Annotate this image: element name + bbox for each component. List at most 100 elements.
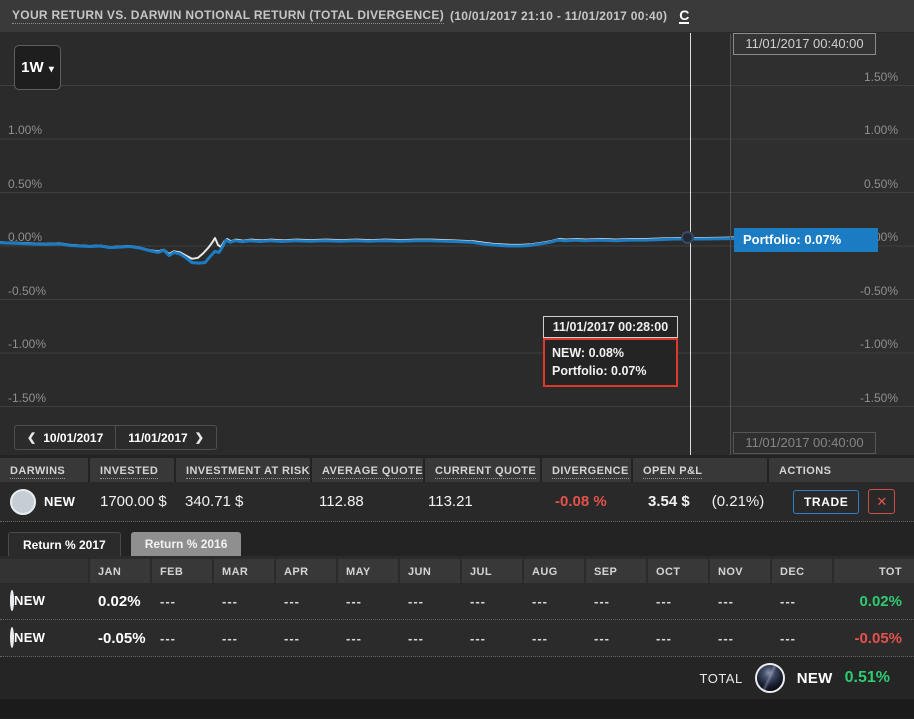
y-axis-label-right: 1.50% xyxy=(864,70,898,84)
month-return-value: --- xyxy=(772,594,832,609)
darwin-name: NEW xyxy=(14,630,45,645)
monthly-header: JANFEBMARAPRMAYJUNJULAUGSEPOCTNOVDECTOT xyxy=(0,556,914,583)
positions-table: DARWINS INVESTED INVESTMENT AT RISK AVER… xyxy=(0,458,914,522)
month-header-oct: OCT xyxy=(648,559,708,583)
chevron-left-icon: ❮ xyxy=(27,431,36,444)
open-pl-value: 3.54 $ xyxy=(648,493,690,510)
y-axis-label-right: 1.00% xyxy=(864,123,898,137)
month-return-value: --- xyxy=(586,594,646,609)
investment-at-risk-value: 340.71 $ xyxy=(185,493,243,510)
next-day-label: 11/01/2017 xyxy=(128,431,187,445)
divergence-value: -0.08 % xyxy=(555,493,607,510)
month-return-value: --- xyxy=(524,594,584,609)
month-return-value: --- xyxy=(400,631,460,646)
y-axis-label-right: -1.00% xyxy=(860,337,898,351)
monthly-returns-table: JANFEBMARAPRMAYJUNJULAUGSEPOCTNOVDECTOT … xyxy=(0,556,914,657)
darwin-name-cell[interactable]: NEW xyxy=(0,489,88,515)
average-quote-value: 112.88 xyxy=(319,493,364,510)
positions-header: DARWINS INVESTED INVESTMENT AT RISK AVER… xyxy=(0,458,914,482)
y-axis-label-right: -0.50% xyxy=(860,284,898,298)
col-actions: ACTIONS xyxy=(769,458,914,482)
darwin-name: NEW xyxy=(14,593,45,608)
darwin-name: NEW xyxy=(797,670,833,687)
month-return-value: --- xyxy=(462,631,522,646)
row-total-value: -0.05% xyxy=(834,630,914,647)
col-invested: INVESTED xyxy=(90,458,174,482)
month-return-value: -0.05% xyxy=(90,630,150,647)
month-return-value: --- xyxy=(152,631,212,646)
timeframe-dropdown[interactable]: 1W ▾ xyxy=(14,45,61,90)
return-tabs: Return % 2017 Return % 2016 xyxy=(0,532,914,556)
month-header-aug: AUG xyxy=(524,559,584,583)
monthly-row: NEW 0.02%-------------------------------… xyxy=(0,583,914,620)
month-return-value: --- xyxy=(648,631,708,646)
tooltip-new-value: NEW: 0.08% xyxy=(552,344,669,362)
month-return-value: --- xyxy=(338,631,398,646)
month-header-tot: TOT xyxy=(834,559,914,583)
y-axis-label-left: -0.50% xyxy=(8,284,46,298)
invested-value: 1700.00 $ xyxy=(100,493,167,510)
tooltip-date: 11/01/2017 00:28:00 xyxy=(543,316,678,338)
y-axis-label-left: 0.50% xyxy=(8,177,42,191)
prev-day-label: 10/01/2017 xyxy=(43,431,103,445)
darwin-name-cell[interactable]: NEW xyxy=(0,629,88,647)
month-return-value: 0.02% xyxy=(90,593,150,610)
col-average-quote: AVERAGE QUOTE xyxy=(312,458,423,482)
page-title-range: (10/01/2017 21:10 - 11/01/2017 00:40) xyxy=(450,9,667,23)
month-return-value: --- xyxy=(214,594,274,609)
month-return-value: --- xyxy=(276,594,336,609)
position-row: NEW 1700.00 $ 340.71 $ 112.88 113.21 -0.… xyxy=(0,482,914,522)
tooltip-portfolio-value: Portfolio: 0.07% xyxy=(552,362,669,380)
total-return-value: 0.51% xyxy=(845,669,890,687)
prev-day-button[interactable]: ❮ 10/01/2017 xyxy=(15,426,116,449)
month-header-nov: NOV xyxy=(710,559,770,583)
month-return-value: --- xyxy=(152,594,212,609)
tab-return-2016[interactable]: Return % 2016 xyxy=(131,532,242,556)
y-axis-label-left: -1.00% xyxy=(8,337,46,351)
titlebar: YOUR RETURN VS. DARWIN NOTIONAL RETURN (… xyxy=(0,0,914,33)
month-return-value: --- xyxy=(710,631,770,646)
returns-section: Return % 2017 Return % 2016 JANFEBMARAPR… xyxy=(0,522,914,718)
page-title: YOUR RETURN VS. DARWIN NOTIONAL RETURN (… xyxy=(12,8,444,24)
month-return-value: --- xyxy=(710,594,770,609)
row-total-value: 0.02% xyxy=(834,593,914,610)
open-pl-percent: (0.21%) xyxy=(712,493,765,510)
total-bar: TOTAL NEW 0.51% xyxy=(0,657,914,699)
month-return-value: --- xyxy=(276,631,336,646)
month-header-dec: DEC xyxy=(772,559,832,583)
close-position-button[interactable]: ✕ xyxy=(868,489,895,514)
chevron-down-icon: ▾ xyxy=(49,64,54,75)
chevron-right-icon: ❯ xyxy=(195,431,204,444)
col-open-pl: OPEN P&L xyxy=(633,458,767,482)
cursor-date-top: 11/01/2017 00:40:00 xyxy=(733,33,876,55)
col-divergence: DIVERGENCE xyxy=(542,458,631,482)
col-investment-at-risk: INVESTMENT AT RISK xyxy=(176,458,310,482)
darwin-avatar xyxy=(10,489,36,515)
y-axis-label-right: 0.50% xyxy=(864,177,898,191)
series-end-marker xyxy=(681,231,694,244)
portfolio-value-badge: Portfolio: 0.07% xyxy=(734,228,878,252)
y-axis-label-right: -1.50% xyxy=(860,391,898,405)
axis-boundary-line xyxy=(730,33,731,455)
darwin-name: NEW xyxy=(44,494,75,509)
monthly-header-name-cell xyxy=(0,559,88,583)
col-darwins: DARWINS xyxy=(0,458,88,482)
y-axis-label-left: -1.50% xyxy=(8,391,46,405)
month-return-value: --- xyxy=(586,631,646,646)
tab-return-2017[interactable]: Return % 2017 xyxy=(8,532,121,556)
darwin-name-cell[interactable]: NEW xyxy=(0,592,88,610)
total-label: TOTAL xyxy=(700,671,743,686)
month-return-value: --- xyxy=(648,594,708,609)
month-header-apr: APR xyxy=(276,559,336,583)
month-return-value: --- xyxy=(772,631,832,646)
crosshair-line xyxy=(690,33,691,455)
trade-button[interactable]: TRADE xyxy=(793,490,859,514)
footer-strip xyxy=(0,699,914,718)
col-current-quote: CURRENT QUOTE xyxy=(425,458,540,482)
next-day-button[interactable]: 11/01/2017 ❯ xyxy=(116,426,216,449)
month-return-value: --- xyxy=(214,631,274,646)
month-header-feb: FEB xyxy=(152,559,212,583)
divergence-chart: Portfolio: 0.07% 11/01/2017 00:40:00 11/… xyxy=(0,33,914,455)
y-axis-label-left: 0.00% xyxy=(8,230,42,244)
refresh-icon[interactable]: C xyxy=(679,8,689,24)
